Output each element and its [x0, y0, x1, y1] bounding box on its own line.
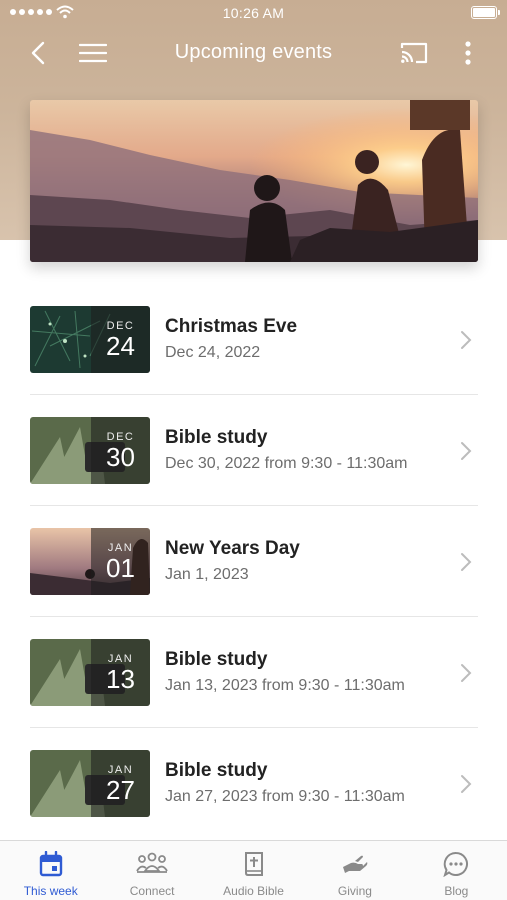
event-title: Bible study — [165, 427, 268, 448]
event-row[interactable]: DEC 24 Christmas Eve Dec 24, 2022 — [30, 284, 478, 395]
chevron-right-icon — [461, 442, 472, 460]
cast-icon[interactable] — [397, 36, 431, 70]
tab-giving[interactable]: Giving — [304, 841, 405, 900]
date-day: 27 — [106, 775, 135, 805]
event-thumbnail: JAN 01 — [30, 528, 150, 595]
event-thumbnail: JAN 13 — [30, 639, 150, 706]
chevron-right-icon — [461, 664, 472, 682]
date-day: 30 — [106, 442, 135, 472]
calendar-icon — [39, 851, 62, 877]
tab-label: Blog — [444, 884, 469, 898]
event-date: Jan 1, 2023 — [165, 566, 249, 583]
tab-label: Connect — [129, 884, 175, 898]
bottom-tab-bar: This week Connect Audio Bible Giving Blo… — [0, 840, 507, 900]
people-icon — [136, 852, 168, 873]
more-vertical-icon[interactable] — [451, 36, 485, 70]
hero-image — [30, 100, 478, 262]
event-title: Bible study — [165, 649, 268, 670]
event-row[interactable]: DEC 30 Bible study Dec 30, 2022 from 9:3… — [30, 395, 478, 506]
date-day: 01 — [106, 553, 135, 583]
tab-blog[interactable]: Blog — [406, 841, 507, 900]
tab-connect[interactable]: Connect — [101, 841, 202, 900]
chevron-right-icon — [461, 553, 472, 571]
event-row[interactable]: JAN 13 Bible study Jan 13, 2023 from 9:3… — [30, 617, 478, 728]
tab-label: This week — [23, 884, 78, 898]
date-day: 13 — [106, 664, 135, 694]
date-day: 24 — [106, 331, 135, 361]
date-badge: JAN 01 — [91, 528, 150, 595]
event-date: Dec 24, 2022 — [165, 344, 261, 361]
date-badge: DEC 30 — [91, 417, 150, 484]
event-title: Bible study — [165, 760, 268, 781]
event-thumbnail: DEC 30 — [30, 417, 150, 484]
event-date: Dec 30, 2022 from 9:30 - 11:30am — [165, 455, 408, 472]
tab-label: Giving — [337, 884, 372, 898]
event-date: Jan 27, 2023 from 9:30 - 11:30am — [165, 788, 405, 805]
events-list: DEC 24 Christmas Eve Dec 24, 2022 DEC 30… — [30, 284, 478, 839]
tab-this-week[interactable]: This week — [0, 841, 101, 900]
status-time: 10:26 AM — [222, 5, 285, 21]
status-bar: 10:26 AM — [0, 0, 507, 26]
event-row[interactable]: JAN 27 Bible study Jan 27, 2023 from 9:3… — [30, 728, 478, 839]
battery-icon — [471, 6, 500, 19]
event-thumbnail: JAN 27 — [30, 750, 150, 817]
event-row[interactable]: JAN 01 New Years Day Jan 1, 2023 — [30, 506, 478, 617]
date-badge: JAN 27 — [91, 750, 150, 817]
date-badge: DEC 24 — [91, 306, 150, 373]
bible-icon — [244, 852, 263, 876]
chevron-right-icon — [461, 775, 472, 793]
event-thumbnail: DEC 24 — [30, 306, 150, 373]
top-nav: Upcoming events — [0, 30, 507, 76]
tab-audio-bible[interactable]: Audio Bible — [203, 841, 304, 900]
event-title: Christmas Eve — [165, 316, 298, 337]
chat-bubble-icon — [443, 851, 469, 877]
giving-hand-icon — [342, 855, 368, 873]
event-date: Jan 13, 2023 from 9:30 - 11:30am — [165, 677, 405, 694]
event-title: New Years Day — [165, 538, 300, 559]
chevron-right-icon — [461, 331, 472, 349]
date-badge: JAN 13 — [91, 639, 150, 706]
tab-label: Audio Bible — [223, 884, 284, 898]
